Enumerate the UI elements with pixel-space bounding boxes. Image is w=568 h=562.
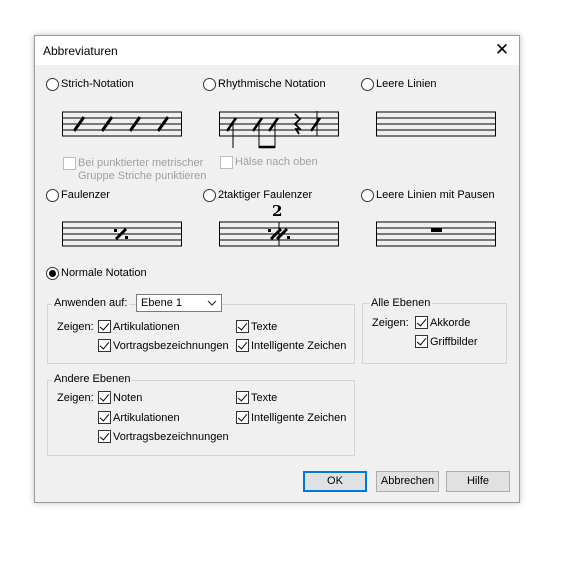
- andere-ebenen-zeigen-label: Zeigen:: [57, 392, 94, 404]
- label-akkorde[interactable]: Akkorde: [430, 317, 470, 329]
- ebene-select[interactable]: Ebene 1: [136, 294, 222, 312]
- radio-normale-notation[interactable]: [46, 267, 59, 280]
- radio-2taktiger-faulenzer[interactable]: [203, 189, 216, 202]
- label-andere-intelligente-zeichen[interactable]: Intelligente Zeichen: [251, 412, 346, 424]
- checkbox-noten[interactable]: [98, 391, 111, 404]
- title-bar: Abbreviaturen ✕: [35, 36, 519, 65]
- help-button[interactable]: Hilfe: [446, 471, 510, 492]
- label-noten[interactable]: Noten: [113, 392, 142, 404]
- checkbox-punktierte-striche[interactable]: [63, 157, 76, 170]
- radio-leere-linien[interactable]: [361, 78, 374, 91]
- rhythmische-notation-preview: [219, 111, 339, 149]
- checkbox-vortragsbezeichnungen[interactable]: [98, 339, 111, 352]
- label-strich-notation[interactable]: Strich-Notation: [61, 78, 134, 90]
- alle-ebenen-group: [362, 303, 507, 364]
- label-andere-texte[interactable]: Texte: [251, 392, 277, 404]
- alle-ebenen-title: Alle Ebenen: [369, 297, 433, 309]
- faulenzer-preview: [62, 221, 182, 247]
- ebene-select-value: Ebene 1: [141, 297, 182, 309]
- label-punktierte-striche-line2: Gruppe Striche punktieren: [78, 170, 207, 182]
- zeigen-label: Zeigen:: [57, 321, 94, 333]
- radio-rhythmische-notation[interactable]: [203, 78, 216, 91]
- leere-linien-preview: [376, 111, 496, 137]
- ok-button[interactable]: OK: [303, 471, 367, 492]
- checkbox-andere-artikulationen[interactable]: [98, 411, 111, 424]
- label-artikulationen[interactable]: Artikulationen: [113, 321, 180, 333]
- label-2taktiger-faulenzer[interactable]: 2taktiger Faulenzer: [218, 189, 312, 201]
- checkbox-artikulationen[interactable]: [98, 320, 111, 333]
- label-haelse-nach-oben: Hälse nach oben: [235, 156, 318, 168]
- label-andere-artikulationen[interactable]: Artikulationen: [113, 412, 180, 424]
- abbreviaturen-dialog: Abbreviaturen ✕ Strich-Notation Rhythmis…: [34, 35, 520, 503]
- chevron-down-icon: [207, 300, 217, 306]
- cancel-button[interactable]: Abbrechen: [376, 471, 439, 492]
- label-griffbilder[interactable]: Griffbilder: [430, 336, 477, 348]
- checkbox-griffbilder[interactable]: [415, 335, 428, 348]
- radio-strich-notation[interactable]: [46, 78, 59, 91]
- label-intelligente-zeichen[interactable]: Intelligente Zeichen: [251, 340, 346, 352]
- strich-notation-preview: [62, 111, 182, 137]
- checkbox-andere-texte[interactable]: [236, 391, 249, 404]
- anwenden-label: Anwenden auf:: [52, 297, 130, 309]
- faulenzer2-number: 2: [272, 202, 283, 220]
- label-normale-notation[interactable]: Normale Notation: [61, 267, 147, 279]
- label-leere-linien-mit-pausen[interactable]: Leere Linien mit Pausen: [376, 189, 495, 201]
- leere-linien-mit-pausen-preview: [376, 221, 496, 247]
- label-punktierte-striche-line1: Bei punktierter metrischer: [78, 157, 204, 169]
- 2taktiger-faulenzer-preview: [219, 221, 339, 247]
- label-andere-vortragsbezeichnungen[interactable]: Vortragsbezeichnungen: [113, 431, 229, 443]
- checkbox-intelligente-zeichen[interactable]: [236, 339, 249, 352]
- radio-leere-linien-mit-pausen[interactable]: [361, 189, 374, 202]
- label-vortragsbezeichnungen[interactable]: Vortragsbezeichnungen: [113, 340, 229, 352]
- label-leere-linien[interactable]: Leere Linien: [376, 78, 437, 90]
- checkbox-haelse-nach-oben[interactable]: [220, 156, 233, 169]
- label-texte[interactable]: Texte: [251, 321, 277, 333]
- checkbox-texte[interactable]: [236, 320, 249, 333]
- checkbox-andere-intelligente-zeichen[interactable]: [236, 411, 249, 424]
- dialog-title: Abbreviaturen: [43, 44, 118, 58]
- anwenden-group: [47, 304, 355, 364]
- checkbox-andere-vortragsbezeichnungen[interactable]: [98, 430, 111, 443]
- label-faulenzer[interactable]: Faulenzer: [61, 189, 110, 201]
- andere-ebenen-title: Andere Ebenen: [52, 373, 133, 385]
- close-icon[interactable]: ✕: [485, 36, 519, 65]
- checkbox-akkorde[interactable]: [415, 316, 428, 329]
- radio-faulenzer[interactable]: [46, 189, 59, 202]
- label-rhythmische-notation[interactable]: Rhythmische Notation: [218, 78, 326, 90]
- alle-ebenen-zeigen-label: Zeigen:: [372, 317, 409, 329]
